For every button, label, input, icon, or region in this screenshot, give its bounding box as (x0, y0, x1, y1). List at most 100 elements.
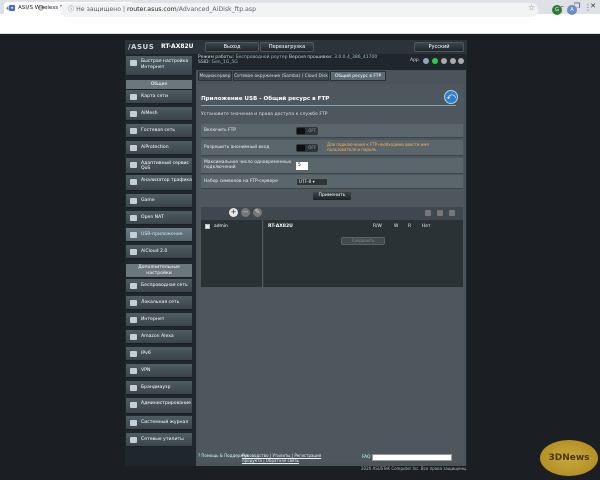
faq-search-input[interactable] (372, 454, 452, 461)
url-field[interactable]: ⓘ Не защищено | router.asus.com/Advanced… (60, 3, 538, 17)
sidebar-item-open-nat[interactable]: Open NAT (126, 211, 192, 225)
network-status-icon[interactable] (432, 58, 438, 64)
enable-ftp-toggle[interactable]: OFF (296, 127, 318, 135)
asus-logo: /ASUS (128, 43, 155, 51)
charset-value: UTF-8 (299, 179, 312, 184)
tools-icon (130, 437, 137, 443)
user-icon[interactable] (205, 224, 210, 229)
footer-links[interactable]: Руководство | Утилиты | Регистрация прод… (242, 453, 337, 463)
wifi-icon[interactable] (441, 58, 447, 64)
qr-icon[interactable] (423, 58, 429, 64)
logout-button[interactable]: Выход (205, 42, 259, 52)
watermark-logo: 3DNews (540, 440, 598, 476)
sidebar-item-label: Брандмауэр (141, 385, 171, 390)
sidebar-item-aicloud[interactable]: AiCloud 2.0 (126, 245, 192, 259)
sidebar-item-firewall[interactable]: Брандмауэр (126, 381, 192, 395)
info-icon: ⓘ (68, 6, 77, 13)
sidebar-item-network-map[interactable]: Карта сети (126, 90, 192, 104)
setting-row-anonymous: Разрешить анонимный вход OFF Для подключ… (201, 140, 463, 156)
log-icon (130, 420, 137, 426)
language-select[interactable]: Русский (414, 42, 464, 52)
tab-ftp[interactable]: Общий ресурс в FTP (330, 71, 386, 81)
page-description: Установите значения и права доступа к сл… (201, 112, 328, 117)
sidebar-item-lan[interactable]: Локальная сеть (126, 296, 192, 310)
reboot-button[interactable]: Перезагрузка (260, 42, 314, 52)
sidebar-item-tools[interactable]: Сетевые утилиты (126, 433, 192, 447)
sidebar-item-aiprotection[interactable]: AiProtection (126, 141, 192, 155)
setting-label: Разрешить анонимный вход (204, 145, 270, 150)
fw-value[interactable]: 3.0.0.4_386_41700 (334, 55, 377, 60)
wifi-icon (130, 283, 137, 289)
perm-rw[interactable]: R/W (373, 224, 382, 229)
sidebar-advanced-header: Дополнительные настройки (126, 264, 192, 278)
qos-icon (130, 162, 137, 168)
remove-user-icon[interactable]: − (241, 208, 250, 217)
tab-media-server[interactable]: Медиасервер (198, 71, 232, 81)
url-host: router.asus.com (127, 6, 177, 13)
sidebar-item-qos[interactable]: Адаптивный сервис QoS (126, 158, 192, 174)
url-path: /Advanced_AiDisk_ftp.asp (176, 6, 257, 13)
sidebar-item-wireless[interactable]: Беспроводная сеть (126, 279, 192, 293)
sidebar-item-label: Интернет (141, 317, 165, 322)
ssid-value: Gen_1G_5G (211, 60, 238, 65)
folder-list (264, 220, 463, 287)
mode-value[interactable]: Беспроводной роутер (236, 55, 288, 60)
sidebar-item-syslog[interactable]: Системный журнал (126, 416, 192, 430)
sidebar-item-ipv6[interactable]: IPv6 (126, 347, 192, 361)
sidebar-quick-setup[interactable]: Быстрая настройка Интернет (126, 56, 192, 76)
sidebar-item-label: AiMesh (141, 111, 158, 116)
sidebar-general-header: Общие (126, 80, 192, 90)
sidebar-item-usb[interactable]: USB-приложение (126, 228, 192, 242)
setting-row-charset: Набор символов на FTP-сервере UTF-8 ▾ (201, 175, 463, 189)
setting-row-enable-ftp: Включить FTP OFF (201, 124, 463, 138)
sidebar-item-label: Локальная сеть (141, 300, 180, 305)
bookmark-star-icon[interactable]: ☆ (528, 3, 535, 12)
sidebar-item-admin[interactable]: Администрирование (126, 398, 192, 414)
perm-r[interactable]: R (408, 224, 411, 229)
sidebar-item-label: Open NAT (141, 215, 164, 220)
help-link[interactable]: ? Помощь & Поддержка (198, 453, 249, 458)
sidebar-item-vpn[interactable]: VPN (126, 364, 192, 378)
menu-icon[interactable]: ⋮ (584, 3, 592, 12)
anonymous-warning: Для подключения к FTP необходимо ввести … (327, 142, 429, 152)
sidebar-item-game[interactable]: Game (126, 194, 192, 208)
reload-icon[interactable]: ⟳ (38, 4, 46, 14)
modify-folder-icon[interactable] (449, 210, 455, 216)
sidebar-item-aimesh[interactable]: AiMesh (126, 107, 192, 121)
sidebar-item-alexa[interactable]: Amazon Alexa (126, 330, 192, 344)
profile-avatar[interactable]: A (567, 5, 577, 15)
perm-w[interactable]: W (394, 224, 398, 229)
sidebar-item-label: Гостевая сеть (141, 128, 176, 133)
perm-none[interactable]: Нет (422, 224, 431, 229)
extension-icon[interactable]: G (552, 5, 562, 15)
tab-samba[interactable]: Сетевое окружение (Samba) / Cloud Disk (233, 71, 329, 81)
notification-icon[interactable] (458, 58, 464, 64)
sidebar-item-label: Game (141, 198, 155, 203)
add-folder-icon[interactable] (425, 210, 431, 216)
usb-icon[interactable] (450, 58, 456, 64)
apply-button[interactable]: Применить (312, 191, 352, 201)
sidebar-item-wan[interactable]: Интернет (126, 313, 192, 327)
sidebar-item-label: Быстрая настройка Интернет (141, 59, 189, 70)
copyright: 2020 ASUSTeK Computer Inc. Все права защ… (361, 466, 468, 471)
add-user-icon[interactable]: + (229, 208, 238, 217)
user-name[interactable]: admin (214, 224, 228, 229)
sidebar-item-label: AiCloud 2.0 (141, 249, 168, 254)
back-arrow-icon[interactable]: ⤺ (444, 90, 458, 104)
charset-select[interactable]: UTF-8 ▾ (296, 178, 328, 186)
forward-icon[interactable]: → (22, 4, 30, 14)
mesh-icon (130, 111, 137, 117)
folder-name[interactable]: RT-AX82U (268, 224, 293, 229)
globe-icon (130, 317, 137, 323)
sidebar-item-guest[interactable]: Гостевая сеть (126, 124, 192, 138)
anonymous-toggle[interactable]: OFF (296, 144, 318, 152)
setting-label: Набор символов на FTP-сервере (204, 179, 278, 184)
delete-folder-icon[interactable] (437, 210, 443, 216)
edit-user-icon[interactable]: ✎ (253, 208, 262, 217)
max-connections-input[interactable]: 5 (296, 162, 308, 170)
save-permissions-button[interactable]: Сохранить (341, 237, 385, 245)
sidebar-item-traffic[interactable]: Анализатор трафика (126, 175, 192, 191)
user-list (201, 220, 263, 287)
back-icon[interactable]: ← (6, 4, 14, 14)
setting-label: Максимальное число одновременных подключ… (204, 160, 292, 170)
